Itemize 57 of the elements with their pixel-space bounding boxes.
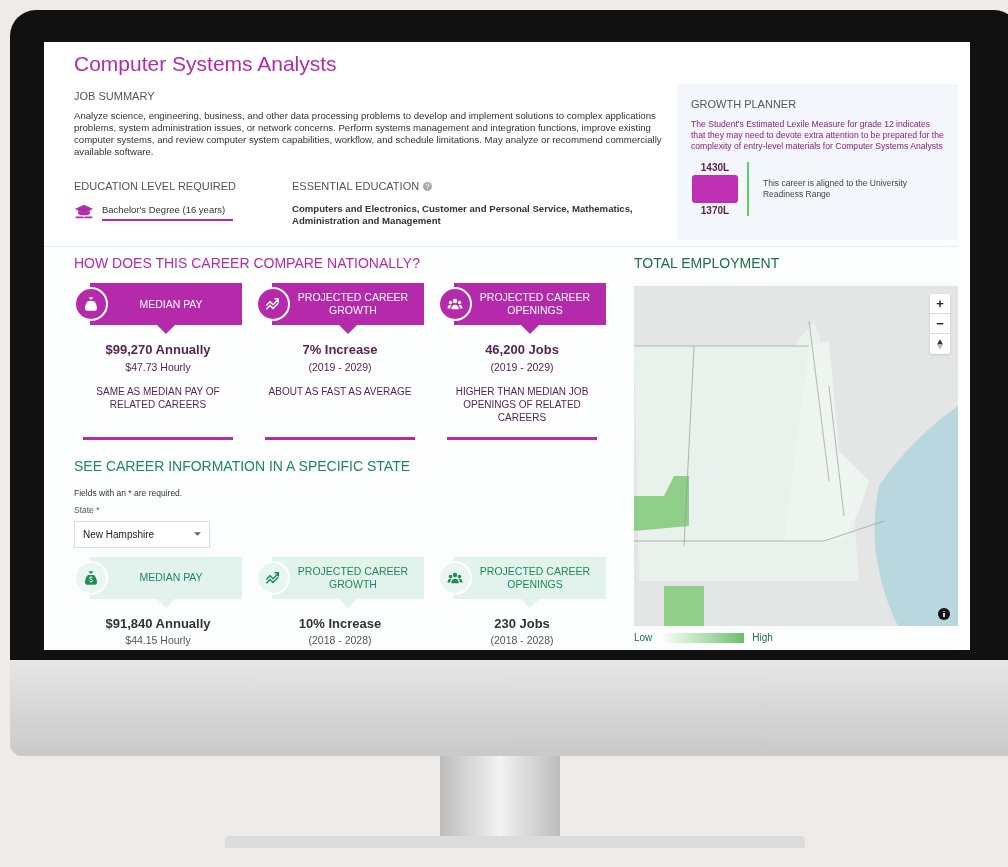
essential-education-text: Computers and Electronics, Customer and Personal Service, Mathematics, Administration and Management <box>292 202 634 227</box>
job-summary-text: Analyze science, engineering, business, and other data processing problems to develop and implement solutions to complex applications problems, system administration issues, or network concerns. Perform systems management and integration functions, improve existing computer systems, and review computer system capabilities, workflow, and schedule limitations. May analyze or recommend commercially available software. <box>74 110 663 158</box>
education-level-link[interactable]: Bachelor's Degree (16 years) <box>102 202 234 221</box>
employment-map[interactable]: + − <box>634 286 958 626</box>
zoom-in-button[interactable]: + <box>930 294 950 314</box>
stat-period: (2019 - 2029) <box>308 359 372 375</box>
section-heading: EDUCATION LEVEL REQUIRED <box>74 179 237 194</box>
stat-header: PROJECTED CAREER OPENINGS <box>454 283 606 325</box>
caret-icon <box>194 532 201 537</box>
comparison-text: HIGHER THAN MEDIAN JOB OPENINGS OF RELATED CAREERS <box>454 385 590 426</box>
section-heading: ESSENTIAL EDUCATION <box>292 179 420 194</box>
graduation-cap-icon <box>74 203 94 221</box>
info-icon[interactable] <box>938 608 950 620</box>
legend-high-label: High <box>752 631 773 645</box>
comparison-text: SAME AS MEDIAN PAY OF RELATED CAREERS <box>95 385 221 413</box>
stat-value: 230 Jobs <box>494 614 550 633</box>
stat-value: 46,200 Jobs <box>485 341 559 359</box>
pointer-arrow <box>157 325 175 334</box>
stat-header: MEDIAN PAY <box>90 556 242 599</box>
panel-heading: GROWTH PLANNER <box>691 97 798 112</box>
stat-period: $47.73 Hourly <box>125 359 191 375</box>
money-bag-icon <box>82 295 100 313</box>
stat-value: $99,270 Annually <box>105 341 211 359</box>
compass-icon[interactable] <box>937 338 943 350</box>
pointer-arrow <box>521 325 539 334</box>
zoom-out-button[interactable]: − <box>930 314 950 334</box>
field-label: State * <box>74 504 101 517</box>
stat-value: 10% Increase <box>298 614 382 633</box>
stat-period: $44.15 Hourly <box>125 633 191 649</box>
stat-header: PROJECTED CAREER GROWTH <box>272 556 424 599</box>
section-heading: SEE CAREER INFORMATION IN A SPECIFIC STATE <box>74 457 412 477</box>
range-high-label: 1430L <box>700 160 730 175</box>
required-note: Fields with an * are required. <box>74 487 184 500</box>
stat-period: (2019 - 2029) <box>490 359 554 375</box>
stat-period: (2018 - 2028) <box>490 633 554 649</box>
range-low-label: 1370L <box>700 203 730 218</box>
stat-value: $91,840 Annually <box>105 614 211 633</box>
lexile-message: The Student's Estimated Lexile Measure for grade 12 indicates that they may need to devote extra attention to be prepared for the complexity of entry-level materials for Computer Systems Analysts <box>691 118 944 152</box>
stat-header: MEDIAN PAY <box>90 283 242 325</box>
pointer-arrow <box>339 598 357 608</box>
pointer-arrow <box>157 598 175 608</box>
stat-period: (2018 - 2028) <box>308 633 372 649</box>
comparison-text: ABOUT AS FAST AS AVERAGE <box>267 385 413 400</box>
state-select[interactable]: New Hampshire <box>74 520 210 548</box>
range-bar <box>692 174 738 203</box>
pointer-arrow <box>339 325 357 334</box>
legend-low-label: Low <box>634 631 653 645</box>
readiness-note: This career is aligned to the University Readiness Range <box>763 177 909 200</box>
stat-header: PROJECTED CAREER OPENINGS <box>454 556 606 599</box>
money-bag-icon <box>82 568 100 587</box>
pointer-arrow <box>521 598 539 608</box>
section-heading: JOB SUMMARY <box>74 88 156 104</box>
career-title: Computer Systems Analysts <box>74 51 338 77</box>
stat-header: PROJECTED CAREER GROWTH <box>272 283 424 325</box>
section-heading: TOTAL EMPLOYMENT <box>634 254 781 273</box>
stat-value: 7% Increase <box>302 341 378 359</box>
section-heading: HOW DOES THIS CAREER COMPARE NATIONALLY? <box>74 254 421 273</box>
